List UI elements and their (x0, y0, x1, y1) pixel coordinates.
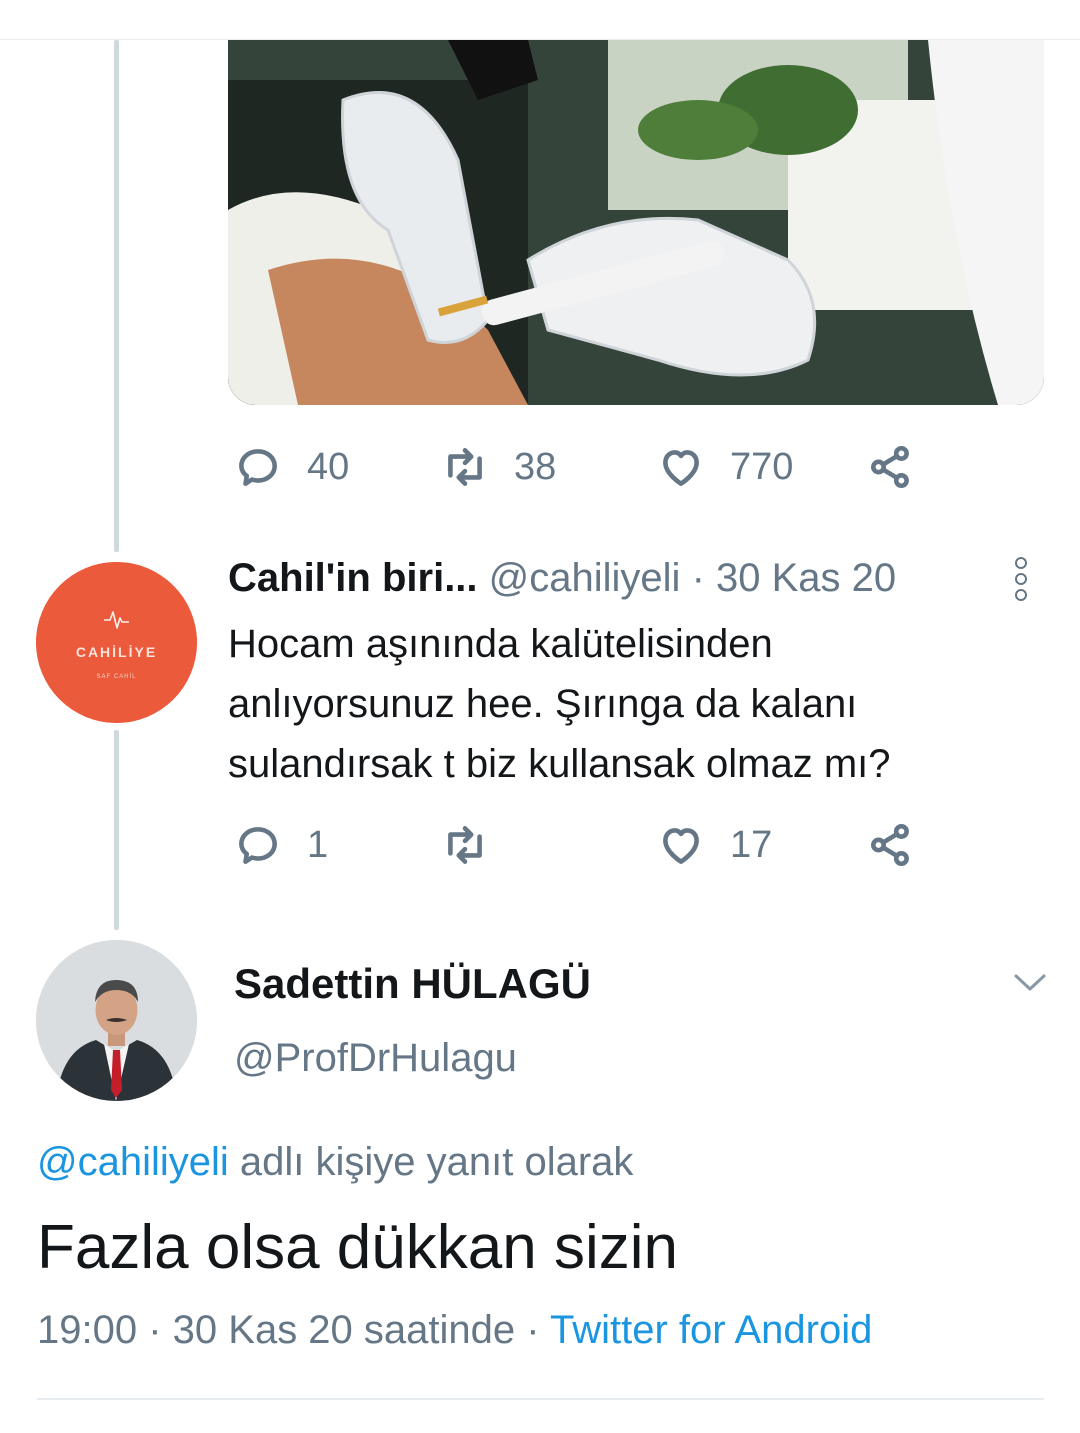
reply-to-link[interactable]: @cahiliyeli (37, 1140, 229, 1184)
display-name[interactable]: Sadettin HÜLAGÜ (234, 960, 591, 1008)
like-count: 17 (730, 823, 773, 866)
retweet-button[interactable]: 38 (440, 442, 556, 492)
reply-to-suffix: adlı kişiye yanıt olarak (228, 1140, 634, 1184)
cahiliye-logo-icon (36, 562, 197, 723)
tweet-date-text: · 30 Kas 20 saatinde · (137, 1308, 550, 1352)
avatar[interactable] (36, 940, 197, 1101)
heart-icon (663, 828, 699, 864)
vaccination-photo (228, 40, 1044, 405)
tweet-text-line: sulandırsak t biz kullansak olmaz mı? (228, 742, 891, 786)
avatar-logo-subtext: SAF CAHİL (96, 674, 137, 680)
reply-context: @cahiliyeli adlı kişiye yanıt olarak (37, 1140, 633, 1185)
tweet-text: Hocam aşınında kalütelisinden anlıyorsun… (228, 614, 1028, 794)
tweet-menu-button[interactable] (1010, 968, 1050, 998)
heart-icon (663, 450, 699, 486)
more-dots-icon (1015, 557, 1027, 601)
share-button[interactable] (866, 820, 916, 870)
handle[interactable]: @ProfDrHulagu (234, 1036, 517, 1081)
tweet-time: 19:00 (37, 1308, 138, 1352)
tweet-meta: 19:00 · 30 Kas 20 saatinde · Twitter for… (37, 1308, 872, 1353)
retweet-count: 38 (514, 445, 557, 488)
reply-count: 40 (307, 445, 350, 488)
reply-count: 1 (307, 823, 329, 866)
source-link[interactable]: Twitter for Android (550, 1308, 872, 1352)
share-icon (871, 823, 909, 867)
profile-photo (36, 940, 197, 1101)
reply-button[interactable]: 1 (233, 820, 328, 870)
separator: · (691, 556, 705, 600)
like-count: 770 (730, 445, 794, 488)
reply-button[interactable]: 40 (233, 442, 349, 492)
like-button[interactable]: 17 (656, 820, 772, 870)
handle[interactable]: @cahiliyeli (489, 556, 681, 600)
retweet-icon (448, 448, 482, 486)
share-icon (871, 445, 909, 489)
avatar-logo-text: CAHİLİYE (75, 644, 158, 660)
reply-icon (239, 827, 277, 864)
like-button[interactable]: 770 (656, 442, 793, 492)
thread-connector-line (114, 40, 119, 552)
tweet-media-image[interactable] (228, 40, 1044, 405)
tweet-date[interactable]: 30 Kas 20 (716, 556, 896, 600)
retweet-icon (448, 826, 482, 864)
chevron-down-icon (1014, 974, 1046, 991)
bottom-divider (37, 1398, 1044, 1400)
thread-connector-line (114, 730, 119, 930)
more-options-button[interactable] (1010, 556, 1032, 602)
tweet-text-line: Hocam aşınında kalütelisinden (228, 622, 773, 666)
reply-icon (239, 449, 277, 486)
share-button[interactable] (866, 442, 916, 492)
tweet-text-line: anlıyorsunuz hee. Şırınga da kalanı (228, 682, 858, 726)
display-name[interactable]: Cahil'in biri... (228, 556, 478, 600)
tweet-header: Cahil'in biri... @cahiliyeli · 30 Kas 20 (228, 556, 896, 601)
tweet-text: Fazla olsa dükkan sizin (37, 1213, 678, 1282)
avatar[interactable]: CAHİLİYE SAF CAHİL (36, 562, 197, 723)
retweet-button[interactable] (440, 820, 514, 870)
